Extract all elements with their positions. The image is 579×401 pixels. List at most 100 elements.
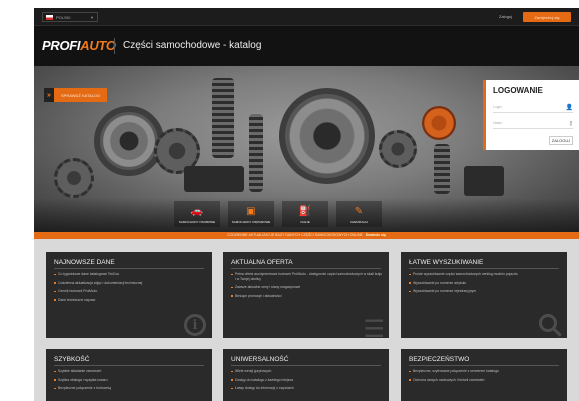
search-icon (539, 314, 557, 332)
check-catalog-button[interactable]: » SPRAWDŹ KATALOG (44, 88, 108, 102)
feature-card-universality: UNIWERSALNOŚĆ Wiele wersji językowych Do… (223, 349, 389, 401)
truck-icon: ▣ (246, 206, 256, 217)
category-label: OLEJE (300, 220, 310, 224)
list-item: Łatwy dostęp do informacji o częściach (231, 386, 383, 391)
top-utility-bar: POLSKI ▼ Zaloguj Zarejestruj się (34, 8, 579, 26)
card-list: Pełna oferta asortymentowa hurtowni Prof… (231, 272, 383, 302)
card-title: BEZPIECZEŃSTWO (409, 356, 470, 363)
card-divider (231, 365, 381, 366)
language-label: POLSKI (56, 14, 71, 20)
card-divider (409, 365, 559, 366)
browser-page: POLSKI ▼ Zaloguj Zarejestruj się PROFIAU… (34, 8, 579, 401)
feature-card-security: BEZPIECZEŃSTWO Bezpieczne, szyfrowane po… (401, 349, 567, 401)
orange-bearing-image (422, 106, 456, 140)
learn-more-link[interactable]: Dowiedz się (366, 233, 386, 237)
profiauto-logo[interactable]: PROFIAUTO (42, 38, 116, 53)
card-title: ŁATWE WYSZUKIWANIE (409, 259, 484, 266)
list-item: Proste wyszukiwanie części samochodowych… (409, 272, 561, 277)
category-passenger-cars[interactable]: 🚗 SAMOCHODY OSOBOWE (174, 201, 220, 227)
list-item: Zawsze aktualne ceny i stany magazynowe (231, 285, 383, 290)
list-item: Cennik hurtowni ProfiAuto (54, 289, 206, 294)
filter-image (464, 166, 504, 196)
header-divider (114, 38, 115, 54)
list-item: Dostęp do katalogu z każdego miejsca (231, 378, 383, 383)
card-title: UNIWERSALNOŚĆ (231, 356, 289, 363)
language-select[interactable]: POLSKI ▼ (42, 12, 98, 22)
feature-card-current-offer: AKTUALNA OFERTA Pełna oferta asortymento… (223, 252, 389, 338)
feature-card-speed: SZYBKOŚĆ Szybkie składanie zamówień Szyb… (46, 349, 212, 401)
list-icon: ☰ (363, 316, 385, 339)
chemicals-icon: ✎ (354, 206, 364, 217)
list-item: Szybka obsługa i wysyłka towaru (54, 378, 206, 383)
belt-image (54, 158, 94, 198)
login-submit-button[interactable]: ZALOGUJ (549, 136, 573, 145)
shock-absorber-image (249, 114, 263, 192)
double-chevron-right-icon: » (44, 88, 54, 102)
brake-disc-image (94, 106, 164, 176)
list-item: Bieżące promocje i aktualności (231, 294, 383, 299)
list-item: Codzienna aktualizacja zdjęć i dokumenta… (54, 281, 206, 286)
chevron-down-icon: ▼ (90, 15, 94, 20)
list-item: Wyszukiwanie po numerze artykułu (409, 281, 561, 286)
info-icon: i (184, 314, 206, 336)
card-list: Bezpieczne, szyfrowane połączenie z serw… (409, 369, 561, 386)
updates-text: CODZIENNE AKTUALIZACJE BAZY DANYCH CZĘŚC… (227, 233, 363, 237)
card-title: SZYBKOŚĆ (54, 356, 90, 363)
site-header: PROFIAUTO Części samochodowe - katalog (34, 26, 579, 66)
category-tiles: 🚗 SAMOCHODY OSOBOWE ▣ SAMOCHODY CIĘŻAROW… (174, 201, 382, 227)
card-divider (54, 268, 204, 269)
card-divider (231, 268, 381, 269)
list-item: Pełna oferta asortymentowa hurtowni Prof… (231, 272, 383, 281)
card-list: Co tygodniowe dane katalogowe TecDoc Cod… (54, 272, 206, 306)
poland-flag-icon (46, 14, 53, 20)
login-title: LOGOWANIE (493, 86, 543, 95)
user-icon: 👤 (565, 104, 573, 111)
list-item: Wyszukiwanie po numerze rejestracyjnym (409, 289, 561, 294)
card-divider (54, 365, 204, 366)
hero-banner: » SPRAWDŹ KATALOG LOGOWANIE Login 👤 Hasł… (34, 66, 579, 232)
feature-card-easy-search: ŁATWE WYSZUKIWANIE Proste wyszukiwanie c… (401, 252, 567, 338)
category-trucks[interactable]: ▣ SAMOCHODY CIĘŻAROWE (228, 201, 274, 227)
updates-strip: CODZIENNE AKTUALIZACJE BAZY DANYCH CZĘŚC… (34, 232, 579, 239)
register-button[interactable]: Zarejestruj się (523, 12, 571, 22)
spring-image (212, 78, 234, 158)
password-field[interactable]: Hasło ⚷ (493, 118, 573, 129)
card-list: Proste wyszukiwanie części samochodowych… (409, 272, 561, 298)
card-title: AKTUALNA OFERTA (231, 259, 293, 266)
card-list: Wiele wersji językowych Dostęp do katalo… (231, 369, 383, 395)
features-section: NAJNOWSZE DANE Co tygodniowe dane katalo… (34, 239, 579, 401)
category-chemicals[interactable]: ✎ CHEMIKALIA (336, 201, 382, 227)
list-item: Wiele wersji językowych (231, 369, 383, 374)
category-label: SAMOCHODY OSOBOWE (178, 220, 216, 224)
category-label: SAMOCHODY CIĘŻAROWE (231, 220, 271, 224)
login-link[interactable]: Zaloguj (499, 14, 512, 19)
login-field[interactable]: Login 👤 (493, 102, 573, 113)
list-item: Ochrona danych osobowych i historii zamó… (409, 378, 561, 383)
brake-disc-large-image (279, 88, 375, 184)
list-item: Szybkie składanie zamówień (54, 369, 206, 374)
list-item: Co tygodniowe dane katalogowe TecDoc (54, 272, 206, 277)
login-panel: LOGOWANIE Login 👤 Hasło ⚷ ZALOGUJ (483, 80, 579, 150)
pulley-image (379, 130, 417, 168)
engine-block-image (184, 166, 244, 192)
list-item: Bezpieczne połączenie z hurtownią (54, 386, 206, 391)
category-label: CHEMIKALIA (349, 220, 369, 224)
page-title: Części samochodowe - katalog (123, 40, 262, 51)
list-item: Dane techniczne napraw (54, 298, 206, 303)
coil-spring-image (434, 144, 450, 194)
card-list: Szybkie składanie zamówień Szybka obsług… (54, 369, 206, 395)
car-icon: 🚗 (190, 206, 204, 217)
login-accent-stripe (483, 80, 486, 150)
key-icon: ⚷ (568, 120, 573, 127)
list-item: Bezpieczne, szyfrowane połączenie z serw… (409, 369, 561, 374)
logo-text-profi: PROFI (42, 38, 81, 53)
card-title: NAJNOWSZE DANE (54, 259, 115, 266)
category-oils[interactable]: ⛽ OLEJE (282, 201, 328, 227)
oil-can-icon: ⛽ (298, 206, 312, 217)
card-divider (409, 268, 559, 269)
login-placeholder: Login (493, 105, 502, 109)
check-catalog-label: SPRAWDŹ KATALOG (54, 88, 108, 102)
password-placeholder: Hasło (493, 121, 502, 125)
logo-text-auto: AUTO (80, 38, 116, 53)
feature-card-latest-data: NAJNOWSZE DANE Co tygodniowe dane katalo… (46, 252, 212, 338)
